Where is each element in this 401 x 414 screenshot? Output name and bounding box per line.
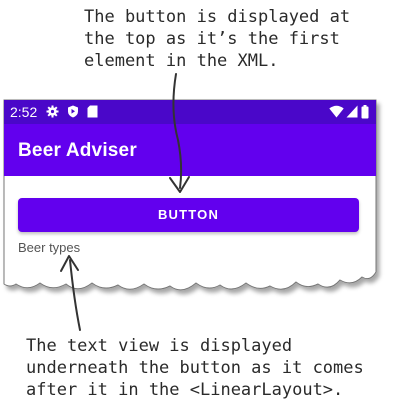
app-title: Beer Adviser: [18, 140, 137, 161]
battery-icon: [361, 105, 369, 119]
beer-types-text-view: Beer types: [18, 240, 81, 255]
gear-icon: [46, 105, 59, 118]
app-bar: Beer Adviser: [4, 124, 376, 176]
status-bar: 2:52: [4, 100, 376, 124]
signal-icon: [346, 105, 358, 118]
status-time: 2:52: [10, 104, 38, 120]
main-button[interactable]: BUTTON: [18, 198, 359, 232]
sd-card-icon: [87, 105, 98, 118]
wifi-icon: [329, 105, 344, 118]
shield-icon: [68, 105, 78, 118]
